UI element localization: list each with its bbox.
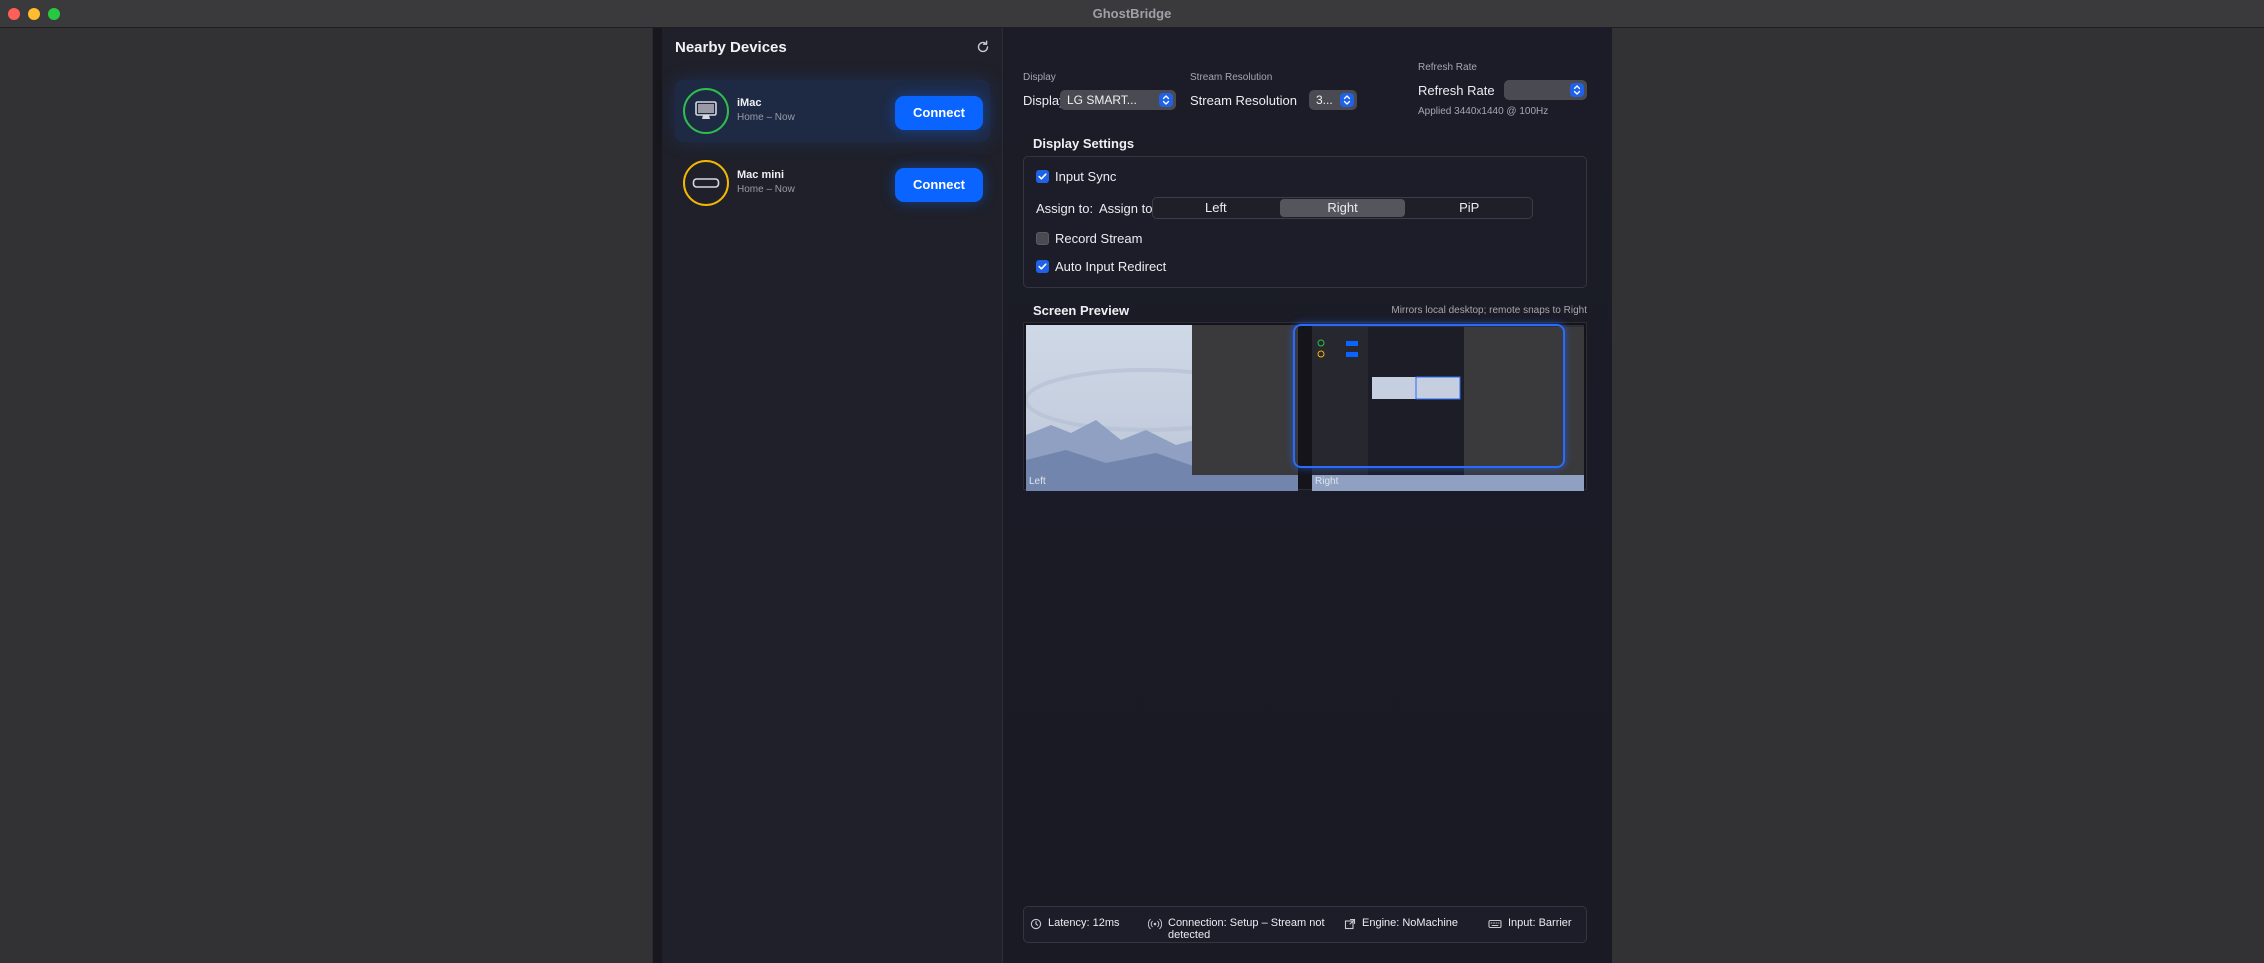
assign-option-pip[interactable]: PiP	[1406, 198, 1532, 218]
auto-input-redirect-label: Auto Input Redirect	[1055, 258, 1167, 274]
engine-status: Engine: NoMachine	[1344, 917, 1458, 930]
resolution-select[interactable]: 3...	[1309, 90, 1357, 110]
title-bar: GhostBridge	[0, 0, 2264, 28]
record-stream-label: Record Stream	[1055, 230, 1143, 246]
input-text: Input: Barrier	[1508, 917, 1572, 929]
applied-resolution-text: Applied 3440x1440 @ 100Hz	[1418, 106, 1549, 117]
resolution-caption: Stream Resolution	[1190, 72, 1273, 83]
device-name: iMac	[737, 97, 762, 109]
engine-text: Engine: NoMachine	[1362, 917, 1459, 929]
remote-snap-highlight	[1293, 324, 1565, 468]
mac-mini-icon	[683, 160, 729, 206]
display-settings-title: Display Settings	[1033, 136, 1135, 151]
main-panel: Display Display LG SMART... Stream Resol…	[1004, 28, 1612, 963]
auto-input-redirect-checkbox[interactable]: Auto Input Redirect	[1036, 258, 1166, 274]
preview-left-label: Left	[1029, 476, 1046, 487]
timer-icon	[1030, 918, 1042, 930]
sidebar-title: Nearby Devices	[675, 39, 787, 56]
imac-icon	[683, 88, 729, 134]
app-window: Nearby Devices iMac Home – Now Connect M…	[652, 28, 1612, 963]
window-title: GhostBridge	[1092, 6, 1172, 21]
resolution-select-value: 3...	[1316, 93, 1333, 107]
input-status: Input: Barrier	[1488, 917, 1572, 930]
connect-button[interactable]: Connect	[895, 96, 983, 130]
assign-option-right[interactable]: Right	[1279, 199, 1406, 217]
checkmark-icon	[1036, 169, 1049, 183]
device-name: Mac mini	[737, 169, 785, 181]
connect-button[interactable]: Connect	[895, 168, 983, 202]
preview-left-screen[interactable]: Left	[1026, 325, 1298, 491]
chevron-updown-icon	[1159, 93, 1173, 107]
refresh-icon[interactable]	[976, 40, 990, 54]
sidebar: Nearby Devices iMac Home – Now Connect M…	[652, 28, 1003, 963]
device-row-imac[interactable]: iMac Home – Now Connect	[675, 80, 990, 142]
chevron-updown-icon	[1340, 93, 1354, 107]
status-bar: Latency: 12ms Connection: Setup – Stream…	[1023, 906, 1587, 943]
refresh-caption: Refresh Rate	[1418, 62, 1477, 73]
resolution-label: Stream Resolution	[1190, 93, 1297, 108]
assign-to-label: Assign to:	[1036, 201, 1094, 216]
assign-option-left[interactable]: Left	[1153, 198, 1279, 218]
connection-status: Connection: Setup – Stream not detected	[1148, 917, 1328, 941]
record-stream-checkbox[interactable]: Record Stream	[1036, 230, 1142, 246]
display-select-value: LG SMART...	[1067, 93, 1137, 107]
checkbox-empty-icon	[1036, 231, 1049, 245]
latency-text: Latency: 12ms	[1048, 917, 1120, 929]
assign-segmented-control: Left Right PiP	[1152, 197, 1533, 219]
display-caption: Display	[1023, 72, 1056, 83]
broadcast-icon	[1148, 918, 1162, 930]
refresh-select[interactable]	[1504, 80, 1587, 100]
keyboard-icon	[1488, 919, 1502, 929]
assign-to-label-secondary: Assign to	[1099, 201, 1153, 216]
refresh-label: Refresh Rate	[1418, 83, 1495, 98]
input-sync-label: Input Sync	[1055, 168, 1117, 184]
screen-preview-note: Mirrors local desktop; remote snaps to R…	[1391, 305, 1587, 316]
screen-preview-title: Screen Preview	[1033, 303, 1130, 318]
device-subtitle: Home – Now	[737, 112, 795, 123]
input-sync-checkbox[interactable]: Input Sync	[1036, 168, 1116, 184]
display-settings-group: Input Sync Assign to: Assign to Left Rig…	[1023, 156, 1587, 288]
connection-text: Connection: Setup – Stream not detected	[1168, 917, 1325, 941]
display-select[interactable]: LG SMART...	[1060, 90, 1176, 110]
external-window-icon	[1344, 918, 1356, 930]
device-subtitle: Home – Now	[737, 184, 795, 195]
device-row-mac-mini[interactable]: Mac mini Home – Now Connect	[675, 152, 990, 214]
preview-right-label: Right	[1315, 476, 1339, 487]
chevron-updown-icon	[1570, 83, 1584, 97]
checkmark-icon	[1036, 259, 1049, 273]
latency-status: Latency: 12ms	[1030, 917, 1120, 930]
